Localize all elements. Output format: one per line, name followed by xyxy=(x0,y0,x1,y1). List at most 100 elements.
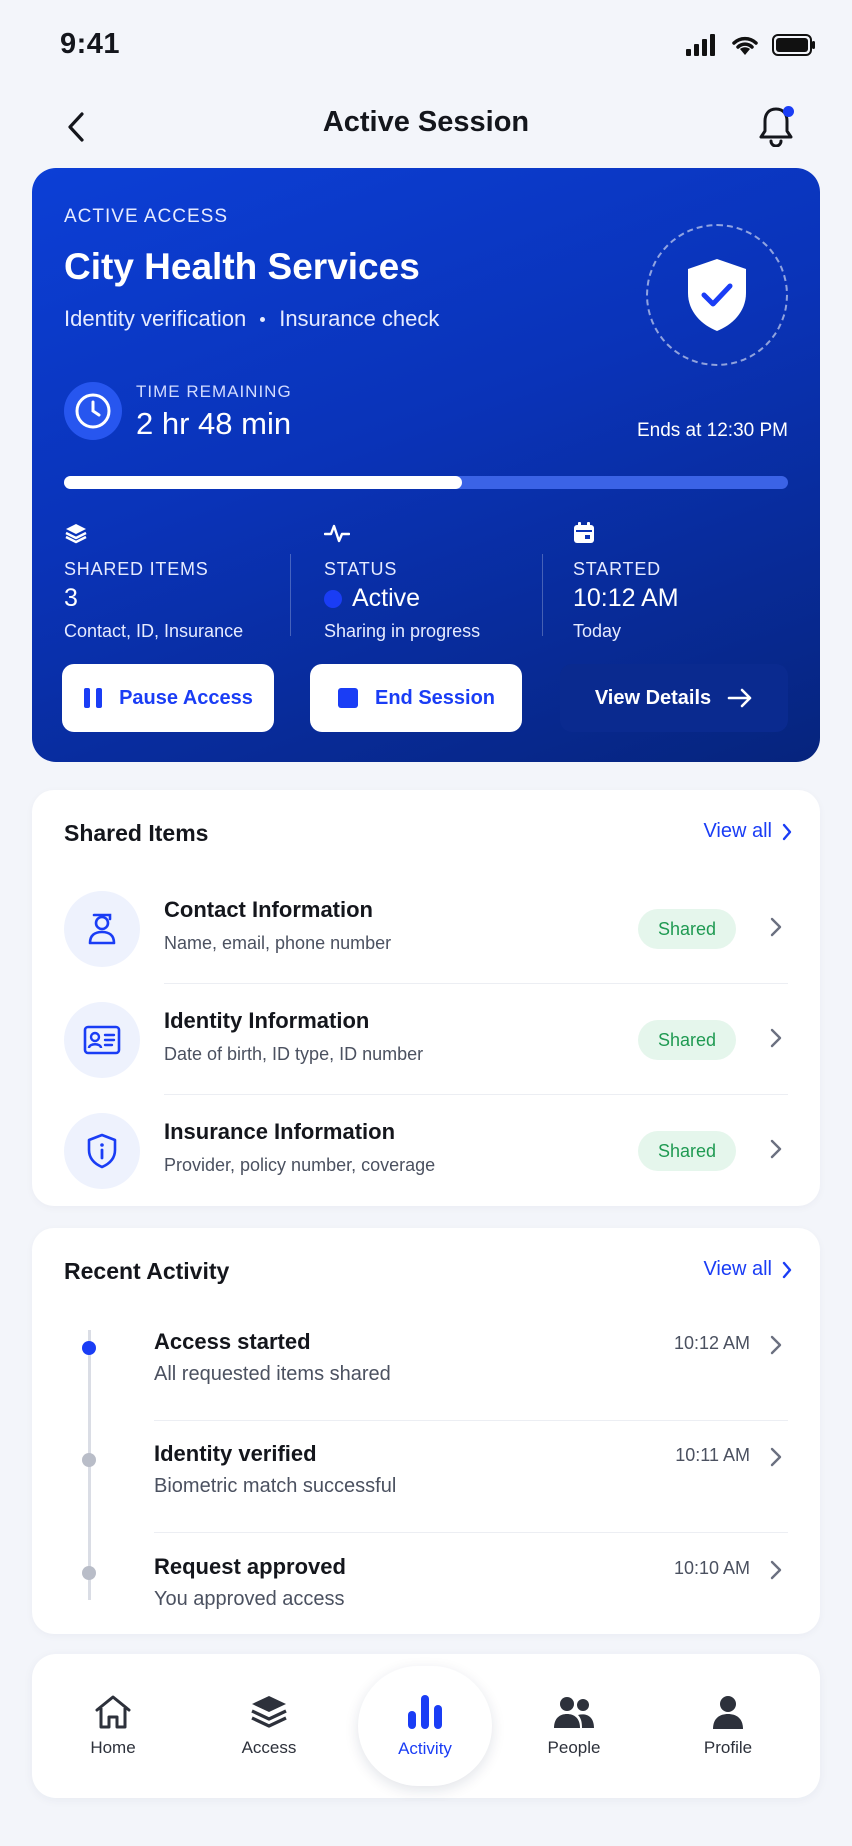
item-sub: Date of birth, ID type, ID number xyxy=(164,1044,424,1064)
identity-icon-badge xyxy=(64,1002,140,1078)
recent-activity-card: Recent Activity View all Access started … xyxy=(32,1228,820,1634)
stat-sub: Today xyxy=(573,621,622,641)
row-divider xyxy=(154,1532,788,1533)
contact-card-icon xyxy=(88,913,116,945)
contact-icon-badge xyxy=(64,891,140,967)
shared-item-contact[interactable]: Contact Information Name, email, phone n… xyxy=(64,873,788,984)
activity-time: 10:11 AM xyxy=(675,1445,750,1465)
item-title: Insurance Information xyxy=(164,1119,396,1144)
layers-icon xyxy=(251,1696,287,1728)
purpose-1: Identity verification xyxy=(64,306,247,331)
tab-label: Profile xyxy=(703,1738,753,1757)
stat-label: SHARED ITEMS xyxy=(64,559,209,579)
view-details-label: View Details xyxy=(594,686,712,709)
view-details-button[interactable]: View Details xyxy=(560,664,788,732)
shared-items-view-all[interactable]: View all xyxy=(703,820,792,843)
recent-activity-view-all[interactable]: View all xyxy=(703,1258,792,1281)
notification-dot xyxy=(783,106,794,117)
chevron-right-icon xyxy=(782,823,792,840)
home-icon xyxy=(95,1695,131,1729)
status-icons xyxy=(686,34,816,56)
timeline-dot xyxy=(82,1566,96,1580)
pause-access-button[interactable]: Pause Access xyxy=(62,664,274,732)
header: Active Session xyxy=(0,90,852,166)
active-status-dot xyxy=(324,589,342,608)
bar-chart-icon xyxy=(408,1695,442,1729)
activity-time: 10:10 AM xyxy=(673,1558,750,1578)
purpose-2: Insurance check xyxy=(279,306,440,331)
stat-shared-items: SHARED ITEMS 3 Contact, ID, Insurance xyxy=(64,522,243,642)
stop-icon xyxy=(337,688,358,708)
hero-kicker: ACTIVE ACCESS xyxy=(64,206,228,227)
activity-item-request-approved[interactable]: Request approved You approved access 10:… xyxy=(64,1534,788,1646)
shared-badge: Shared xyxy=(637,1020,736,1060)
timeline-dot xyxy=(82,1453,96,1467)
access-purposes: Identity verification Insurance check xyxy=(64,306,439,332)
activity-item-access-started[interactable]: Access started All requested items share… xyxy=(64,1309,788,1421)
tab-label: People xyxy=(547,1738,601,1757)
view-all-label: View all xyxy=(703,820,772,842)
activity-sub: All requested items shared xyxy=(154,1363,391,1385)
shield-badge xyxy=(646,224,788,366)
notifications-button[interactable] xyxy=(748,98,804,154)
tab-profile[interactable]: Profile xyxy=(668,1674,788,1778)
chevron-right-icon xyxy=(770,917,782,937)
shield-info-icon xyxy=(87,1133,117,1169)
time-remaining-label: TIME REMAINING xyxy=(136,382,292,401)
end-session-label: End Session xyxy=(374,686,496,709)
person-icon xyxy=(713,1696,743,1729)
ends-at-text: Ends at 12:30 PM xyxy=(636,420,788,441)
pause-access-label: Pause Access xyxy=(119,686,253,709)
activity-time: 10:12 AM xyxy=(673,1333,750,1353)
active-session-card: ACTIVE ACCESS City Health Services Ident… xyxy=(32,168,820,762)
activity-item-identity-verified[interactable]: Identity verified Biometric match succes… xyxy=(64,1421,788,1533)
shield-check-icon xyxy=(688,259,746,331)
session-progress-bar xyxy=(64,476,788,489)
session-progress-fill xyxy=(64,476,463,489)
calendar-icon xyxy=(574,522,594,543)
chevron-right-icon xyxy=(782,1261,792,1278)
chevron-right-icon xyxy=(770,1139,782,1159)
timeline-dot xyxy=(82,1341,96,1355)
activity-title: Identity verified xyxy=(154,1441,317,1466)
clock-badge xyxy=(64,382,122,440)
page-title: Active Session xyxy=(322,106,530,138)
stat-value: Active xyxy=(324,584,480,613)
tab-access[interactable]: Access xyxy=(209,1674,329,1778)
stat-label: STATUS xyxy=(324,559,398,579)
tab-activity[interactable]: Activity xyxy=(365,1674,485,1778)
recent-activity-title: Recent Activity xyxy=(64,1258,230,1284)
tab-people[interactable]: People xyxy=(514,1674,634,1778)
stat-value-text: 10:12 AM xyxy=(573,584,679,612)
id-card-icon xyxy=(83,1025,121,1055)
layers-icon xyxy=(65,524,87,544)
chevron-right-icon xyxy=(770,1447,782,1467)
shared-item-identity[interactable]: Identity Information Date of birth, ID t… xyxy=(64,984,788,1095)
activity-sub: You approved access xyxy=(154,1588,345,1610)
separator-dot xyxy=(260,316,266,322)
people-icon xyxy=(554,1697,594,1728)
activity-sub: Biometric match successful xyxy=(154,1475,397,1497)
chevron-right-icon xyxy=(770,1028,782,1048)
bottom-tab-bar: Home Access Activity People Profile xyxy=(32,1654,820,1798)
clock-icon xyxy=(75,393,111,429)
shared-badge: Shared xyxy=(637,1131,736,1171)
time-remaining-value: 2 hr 48 min xyxy=(136,406,292,441)
status-bar: 9:41 xyxy=(0,0,852,90)
stat-status: STATUS Active Sharing in progress xyxy=(323,522,480,642)
provider-name: City Health Services xyxy=(64,246,420,287)
tab-label: Access xyxy=(241,1738,297,1757)
activity-title: Request approved xyxy=(154,1554,346,1579)
pulse-icon xyxy=(323,524,351,543)
arrow-right-icon xyxy=(727,688,752,708)
shared-items-card: Shared Items View all Contact Informatio… xyxy=(32,790,820,1206)
stat-value-text: 3 xyxy=(64,584,78,612)
tab-label: Activity xyxy=(398,1739,452,1758)
status-time: 9:41 xyxy=(60,28,121,60)
wifi-icon xyxy=(732,36,758,55)
shared-item-insurance[interactable]: Insurance Information Provider, policy n… xyxy=(64,1095,788,1206)
tab-home[interactable]: Home xyxy=(53,1674,173,1778)
end-session-button[interactable]: End Session xyxy=(310,664,522,732)
stat-divider xyxy=(542,554,543,636)
item-sub: Provider, policy number, coverage xyxy=(164,1155,436,1175)
